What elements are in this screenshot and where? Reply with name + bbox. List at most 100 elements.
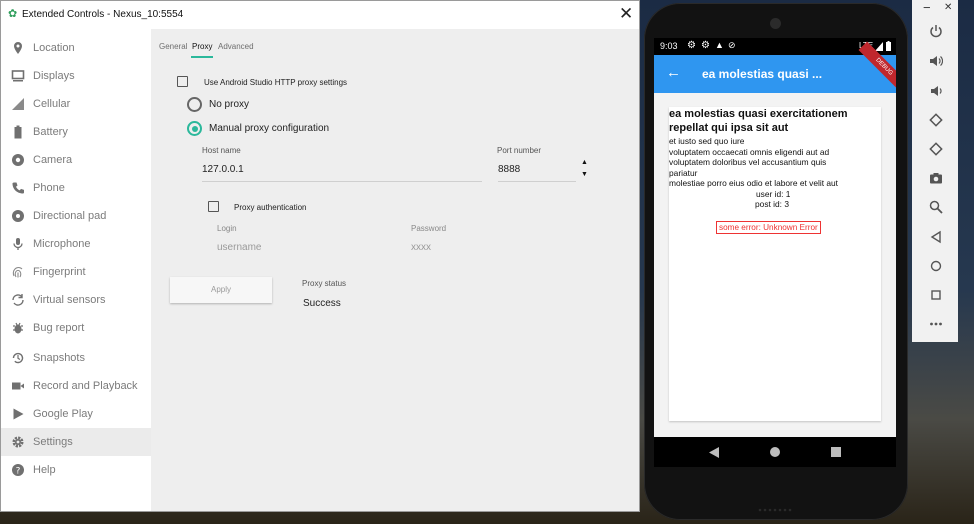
emulator-app-icon: ✿ — [8, 8, 18, 20]
phone-icon — [12, 182, 24, 194]
status-time: 9:03 — [660, 41, 678, 51]
videocam-icon — [12, 382, 24, 390]
post-body-line: pariatur — [669, 168, 698, 178]
history-icon — [12, 352, 24, 364]
port-number-field[interactable]: 8888 — [498, 161, 576, 182]
sidebar-item-label: Directional pad — [33, 210, 107, 222]
nav-home-icon[interactable] — [770, 447, 780, 457]
error-message: some error: Unknown Error — [716, 221, 821, 234]
rotate-left-icon[interactable] — [929, 113, 943, 127]
camera-icon[interactable] — [929, 171, 943, 185]
front-camera — [770, 18, 781, 29]
use-studio-proxy-label: Use Android Studio HTTP proxy settings — [204, 78, 348, 87]
settings-gear-icon: ⚙ — [687, 40, 696, 51]
sidebar-item-cellular[interactable]: Cellular — [1, 90, 151, 118]
close-window-button[interactable]: ✕ — [619, 5, 633, 23]
port-number-value: 8888 — [498, 164, 521, 175]
speaker-grille — [758, 508, 792, 512]
tab-advanced[interactable]: Advanced — [218, 42, 254, 51]
sidebar-item-label: Displays — [33, 70, 75, 82]
tab-general[interactable]: General — [159, 42, 187, 51]
sidebar-item-label: Phone — [33, 182, 65, 194]
host-name-label: Host name — [202, 146, 241, 155]
emulator-toolbar: − ✕ — [912, 0, 958, 342]
password-label: Password — [411, 224, 447, 233]
post-id: post id: 3 — [755, 199, 789, 209]
rotation-icon — [12, 294, 24, 306]
overview-icon[interactable] — [929, 288, 943, 302]
app-bar: ← ea molestias quasi ... DEBUG — [654, 41, 896, 93]
use-studio-proxy-checkbox[interactable] — [177, 76, 188, 87]
nav-overview-icon[interactable] — [831, 447, 841, 457]
title-bar: ✿ Extended Controls - Nexus_10:5554 ✕ — [1, 1, 639, 29]
sidebar-item-label: Location — [33, 42, 75, 54]
back-icon[interactable] — [929, 230, 943, 244]
app-bar-title: ea molestias quasi ... — [702, 67, 823, 81]
manual-proxy-radio[interactable] — [187, 121, 202, 136]
battery-icon — [14, 125, 22, 139]
sidebar-item-displays[interactable]: Displays — [1, 62, 151, 90]
back-arrow-icon[interactable]: ← — [666, 64, 681, 82]
proxy-authentication-checkbox[interactable] — [208, 201, 219, 212]
apply-button[interactable]: Apply — [170, 277, 272, 303]
cellular-signal-icon — [12, 98, 24, 110]
sidebar-item-label: Snapshots — [33, 352, 85, 364]
no-proxy-radio[interactable] — [187, 97, 202, 112]
sidebar-item-microphone[interactable]: Microphone — [1, 230, 151, 258]
port-decrement-icon[interactable]: ▼ — [581, 171, 588, 178]
post-body-line: voluptatem doloribus vel accusantium qui… — [669, 157, 827, 167]
volume-down-icon[interactable] — [929, 84, 943, 98]
zoom-icon[interactable] — [929, 200, 943, 214]
login-placeholder: username — [217, 242, 262, 253]
proxy-status-label: Proxy status — [302, 279, 347, 288]
signal-icon — [875, 42, 883, 51]
sidebar-item-google-play[interactable]: Google Play — [1, 400, 151, 428]
sidebar-item-location[interactable]: Location — [1, 34, 151, 62]
sidebar-item-phone[interactable]: Phone — [1, 174, 151, 202]
manual-proxy-label: Manual proxy configuration — [209, 123, 330, 134]
no-proxy-label: No proxy — [209, 99, 250, 110]
sidebar-item-settings[interactable]: Settings — [1, 428, 151, 456]
sidebar-item-label: Google Play — [33, 408, 93, 420]
more-icon[interactable] — [929, 317, 943, 331]
home-icon[interactable] — [929, 259, 943, 273]
host-name-value: 127.0.0.1 — [202, 164, 244, 175]
settings-gear-icon-2: ⚙ — [701, 40, 710, 51]
do-not-disturb-icon: ⊘ — [728, 40, 736, 50]
sidebar-item-help[interactable]: ? Help — [1, 456, 151, 484]
power-icon[interactable] — [929, 24, 943, 38]
password-field[interactable]: xxxx — [411, 238, 581, 258]
sidebar-item-label: Settings — [33, 436, 73, 448]
minimize-button[interactable]: − — [923, 0, 931, 15]
microphone-icon — [13, 238, 23, 250]
fingerprint-icon — [12, 266, 23, 278]
sidebar-item-label: Microphone — [33, 238, 91, 250]
sidebar-item-label: Help — [33, 464, 56, 476]
login-field[interactable]: username — [217, 238, 387, 258]
sidebar-item-battery[interactable]: Battery — [1, 118, 151, 146]
volume-up-icon[interactable] — [929, 54, 943, 68]
active-tab-indicator — [191, 56, 213, 58]
password-placeholder: xxxx — [411, 242, 431, 253]
dpad-icon — [12, 210, 24, 222]
port-number-label: Port number — [497, 146, 542, 155]
host-name-field[interactable]: 127.0.0.1 — [202, 161, 482, 182]
sidebar-item-virtual-sensors[interactable]: Virtual sensors — [1, 286, 151, 314]
sidebar-item-directional-pad[interactable]: Directional pad — [1, 202, 151, 230]
tab-proxy[interactable]: Proxy — [192, 42, 212, 51]
close-emulator-button[interactable]: ✕ — [944, 2, 952, 13]
svg-text:?: ? — [16, 467, 21, 477]
play-store-icon — [13, 408, 24, 420]
sidebar-item-bug-report[interactable]: Bug report — [1, 314, 151, 342]
post-body-line: voluptatem occaecati omnis eligendi aut … — [669, 147, 830, 157]
port-increment-icon[interactable]: ▲ — [581, 159, 588, 166]
post-card: ea molestias quasi exercitationem repell… — [669, 107, 881, 421]
sidebar-item-label: Cellular — [33, 98, 71, 110]
rotate-right-icon[interactable] — [929, 142, 943, 156]
sidebar-item-fingerprint[interactable]: Fingerprint — [1, 258, 151, 286]
sidebar-item-snapshots[interactable]: Snapshots — [1, 344, 151, 372]
camera-aperture-icon — [12, 154, 24, 166]
nav-back-icon[interactable] — [709, 447, 719, 458]
sidebar-item-record-and-playback[interactable]: Record and Playback — [1, 372, 151, 400]
sidebar-item-camera[interactable]: Camera — [1, 146, 151, 174]
